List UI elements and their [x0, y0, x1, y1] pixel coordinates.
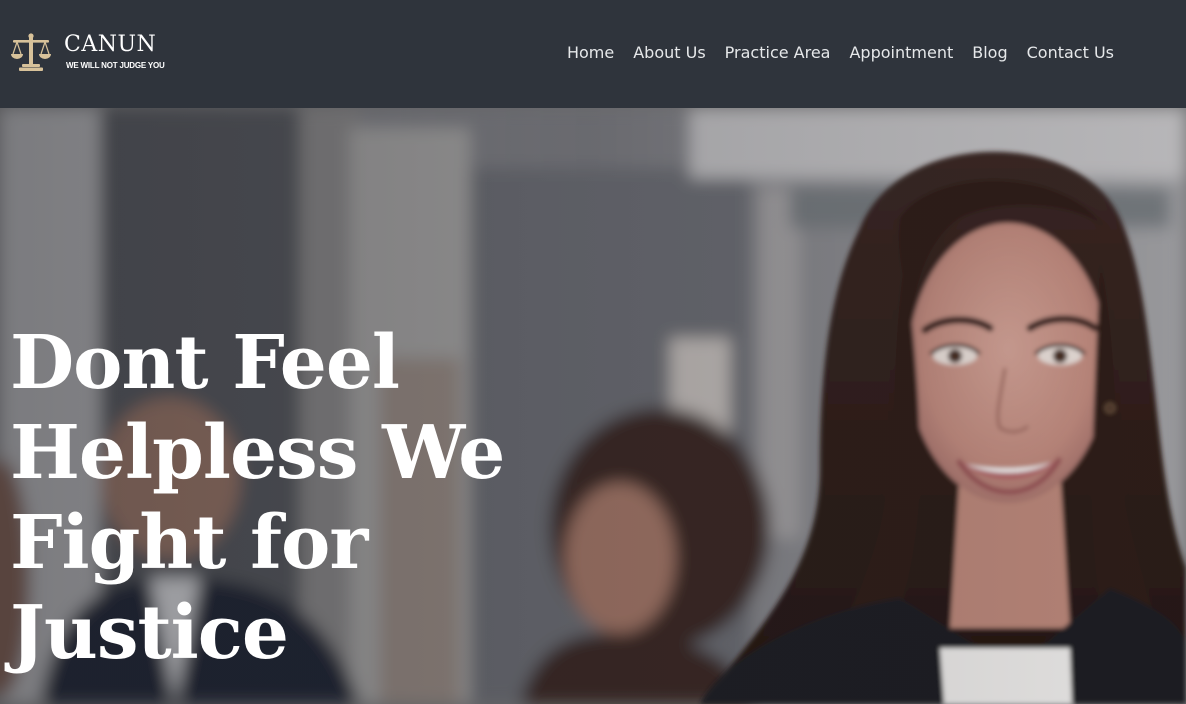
- hero-headline-line-2: Helpless We: [10, 410, 505, 496]
- nav-about-us[interactable]: About Us: [633, 42, 705, 64]
- nav-appointment[interactable]: Appointment: [849, 42, 953, 64]
- site-header: CANUN WE WILL NOT JUDGE YOU Home About U…: [0, 0, 1186, 108]
- main-nav: Home About Us Practice Area Appointment …: [567, 42, 1114, 64]
- hero-headline: Dont Feel Helpless We Fight for Justice: [10, 318, 570, 678]
- brand-tagline: WE WILL NOT JUDGE YOU: [66, 61, 165, 70]
- nav-blog[interactable]: Blog: [972, 42, 1007, 64]
- nav-practice-area[interactable]: Practice Area: [725, 42, 831, 64]
- page: CANUN WE WILL NOT JUDGE YOU Home About U…: [0, 0, 1186, 704]
- hero-headline-line-1: Dont Feel: [10, 320, 400, 406]
- hero-headline-line-3: Fight for: [10, 500, 368, 586]
- hero-headline-line-4: Justice: [10, 590, 289, 676]
- scales-of-justice-icon: [11, 33, 51, 71]
- nav-contact-us[interactable]: Contact Us: [1027, 42, 1114, 64]
- brand-text: CANUN WE WILL NOT JUDGE YOU: [64, 32, 165, 71]
- brand-name: CANUN: [64, 32, 157, 57]
- nav-home[interactable]: Home: [567, 42, 614, 64]
- hero-section: Dont Feel Helpless We Fight for Justice: [0, 108, 1186, 704]
- brand-logo-link[interactable]: CANUN WE WILL NOT JUDGE YOU: [10, 32, 165, 72]
